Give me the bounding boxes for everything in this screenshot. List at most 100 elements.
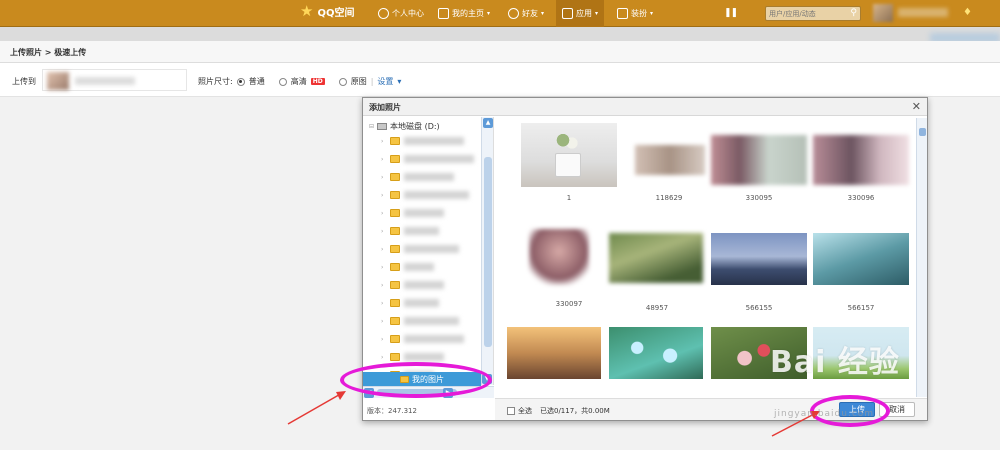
tree-folder-item[interactable]: ›	[381, 135, 464, 147]
tree-folder-item[interactable]: ›	[381, 225, 439, 237]
photo-item[interactable]: 330097	[521, 229, 621, 319]
nav-my-homepage[interactable]: 我的主页 ▾	[438, 0, 490, 27]
photo-item[interactable]: 330095	[711, 123, 811, 213]
dialog-title: 添加照片	[363, 98, 927, 116]
photo-item[interactable]: 48957	[609, 233, 709, 323]
radio-hd[interactable]	[278, 77, 287, 86]
chevron-down-icon: ▾	[487, 10, 491, 17]
photo-name: 1	[566, 194, 572, 202]
radio-original[interactable]	[338, 77, 347, 86]
arrowhead	[336, 391, 346, 400]
photo-thumbnail	[813, 233, 909, 285]
header-strip	[0, 27, 1000, 41]
collapse-icon[interactable]: ⊟	[369, 123, 374, 130]
nav-label: 好友	[522, 9, 538, 18]
grid-scrollbar[interactable]	[916, 118, 927, 397]
chevron-down-icon[interactable]: ▾	[397, 77, 401, 86]
scroll-thumb[interactable]	[484, 157, 492, 347]
folder-icon	[390, 317, 400, 325]
chevron-down-icon: ▾	[541, 10, 545, 17]
user-name-blurred[interactable]	[898, 8, 948, 17]
photo-thumbnail	[711, 233, 807, 285]
highlight-ellipse-my-pictures	[340, 362, 492, 398]
top-nav-bar: ★ QQ空间 个人中心 我的主页 ▾ 好友 ▾ 应用 ▾ 装扮 ▾ ❚❚ ⚲ ♦	[0, 0, 1000, 27]
album-name-blurred	[75, 77, 135, 85]
photo-name: 48957	[645, 304, 669, 312]
logo-text: QQ空间	[317, 8, 355, 19]
photo-item[interactable]: 1	[521, 123, 621, 213]
photo-thumbnail	[529, 229, 589, 285]
diamond-icon[interactable]: ♦	[963, 7, 972, 18]
hd-badge: HD	[310, 78, 325, 85]
nav-personal-center[interactable]: 个人中心	[378, 0, 424, 27]
tree-folder-item[interactable]: ›	[381, 315, 459, 327]
nav-dressup[interactable]: 装扮 ▾	[617, 0, 653, 27]
nav-label: 装扮	[631, 9, 647, 18]
search-input[interactable]	[766, 7, 846, 20]
folder-icon	[390, 335, 400, 343]
photo-item[interactable]: 576114	[609, 327, 709, 397]
search-icon[interactable]: ⚲	[850, 8, 857, 18]
tree-folder-item[interactable]: ›	[381, 189, 469, 201]
folder-icon	[390, 281, 400, 289]
folder-icon	[390, 227, 400, 235]
tree-folder-item[interactable]: ›	[381, 153, 474, 165]
close-icon[interactable]: ✕	[912, 100, 921, 113]
tree-folder-item[interactable]: ›	[381, 279, 444, 291]
arrow-to-my-pictures	[287, 391, 345, 425]
upload-options-row: 上传到 照片尺寸: 普通 高清 HD 原图 | 设置 ▾	[0, 63, 1000, 97]
chevron-down-icon: ▾	[595, 10, 599, 17]
photo-name: 330095	[745, 194, 773, 202]
folder-icon	[390, 173, 400, 181]
breadcrumb: 上传照片 > 极速上传	[0, 41, 1000, 63]
scroll-thumb[interactable]	[919, 128, 926, 136]
home-icon	[438, 8, 449, 19]
select-all[interactable]: 全选	[507, 406, 532, 416]
tree-scrollbar[interactable]: ▲	[481, 117, 493, 385]
photo-thumbnail	[609, 233, 703, 283]
folder-icon	[390, 137, 400, 145]
pause-icon[interactable]: ❚❚	[724, 8, 738, 18]
select-all-label: 全选	[518, 407, 532, 415]
tree-folder-item[interactable]: ›	[381, 207, 444, 219]
folder-icon	[390, 191, 400, 199]
photo-item[interactable]: 330096	[813, 123, 913, 213]
tree-folder-item[interactable]: ›	[381, 243, 459, 255]
apps-grid-icon	[562, 8, 573, 19]
star-logo-icon: ★	[300, 2, 314, 20]
photo-name: 566155	[745, 304, 773, 312]
folder-icon	[390, 209, 400, 217]
tree-folder-item[interactable]: ›	[381, 297, 439, 309]
divider: |	[370, 77, 374, 86]
folder-icon	[390, 245, 400, 253]
nav-label: 个人中心	[392, 9, 424, 18]
folder-icon	[390, 353, 400, 361]
album-thumbnail	[47, 72, 69, 90]
album-selector[interactable]	[42, 69, 187, 91]
scroll-up-icon[interactable]: ▲	[483, 118, 493, 128]
selection-status: 已选0/117，共0.00M	[540, 407, 610, 415]
nav-friends[interactable]: 好友 ▾	[508, 0, 544, 27]
photo-size-label: 照片尺寸:	[198, 77, 233, 86]
tree-drive-d[interactable]: ⊟ 本地磁盘 (D:)	[369, 121, 440, 132]
folder-icon	[390, 155, 400, 163]
radio-original-label: 原图	[350, 77, 367, 86]
qzone-logo[interactable]: ★ QQ空间	[300, 2, 355, 20]
photo-item[interactable]: 572490	[507, 327, 607, 397]
photo-thumbnail	[609, 327, 703, 379]
photo-name: 330096	[847, 194, 875, 202]
tree-folder-item[interactable]: ›	[381, 333, 464, 345]
tree-folder-item[interactable]: ›	[381, 171, 454, 183]
select-all-checkbox[interactable]	[507, 407, 515, 415]
photo-item[interactable]: 566157	[813, 233, 913, 323]
photo-thumbnail	[507, 327, 601, 379]
folder-tree: ⊟ 本地磁盘 (D:) › › › › › › › › › › › › › › …	[363, 117, 494, 385]
upload-to-label: 上传到	[12, 77, 36, 86]
settings-link[interactable]: 设置	[377, 76, 393, 87]
photo-item[interactable]: 566155	[711, 233, 811, 323]
tree-folder-item[interactable]: ›	[381, 261, 434, 273]
photo-item[interactable]: 118629	[621, 123, 721, 213]
radio-normal[interactable]	[236, 77, 245, 86]
user-avatar[interactable]	[873, 4, 893, 22]
nav-apps[interactable]: 应用 ▾	[556, 0, 605, 27]
